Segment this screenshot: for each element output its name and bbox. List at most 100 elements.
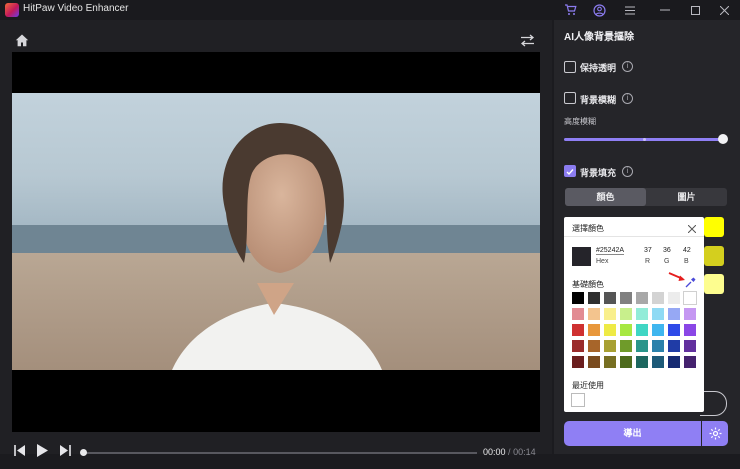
eyedropper-icon[interactable] bbox=[685, 277, 696, 291]
basic-color-swatch[interactable] bbox=[652, 324, 664, 336]
basic-color-swatch[interactable] bbox=[668, 308, 680, 320]
close-icon[interactable] bbox=[687, 222, 697, 236]
keep-transparent-checkbox[interactable] bbox=[564, 61, 576, 73]
info-icon[interactable]: i bbox=[622, 93, 633, 104]
basic-color-swatch[interactable] bbox=[572, 324, 584, 336]
basic-color-swatch[interactable] bbox=[668, 324, 680, 336]
basic-color-swatch[interactable] bbox=[652, 292, 664, 304]
g-label: G bbox=[664, 258, 670, 265]
basic-color-swatch[interactable] bbox=[620, 292, 632, 304]
basic-color-swatch[interactable] bbox=[636, 340, 648, 352]
export-button[interactable]: 導出 bbox=[564, 421, 701, 446]
tab-image[interactable]: 圖片 bbox=[646, 188, 727, 206]
basic-color-swatch[interactable] bbox=[620, 308, 632, 320]
bg-fill-checkbox[interactable] bbox=[564, 165, 576, 177]
basic-color-swatch[interactable] bbox=[588, 308, 600, 320]
tab-color[interactable]: 顏色 bbox=[565, 188, 646, 206]
color-picker-title: 選擇顏色 bbox=[572, 224, 604, 233]
r-label: R bbox=[645, 258, 651, 265]
basic-color-swatch[interactable] bbox=[588, 356, 600, 368]
fill-swatch[interactable] bbox=[704, 246, 724, 266]
basic-color-swatch[interactable] bbox=[668, 292, 680, 304]
compare-swap-icon[interactable] bbox=[520, 34, 535, 50]
title-bar: HitPaw Video Enhancer bbox=[0, 0, 740, 20]
hex-input[interactable]: #25242A bbox=[596, 247, 625, 255]
basic-color-swatch[interactable] bbox=[620, 340, 632, 352]
recent-colors-label: 最近使用 bbox=[572, 381, 604, 390]
play-icon[interactable] bbox=[37, 444, 48, 460]
video-preview[interactable] bbox=[12, 52, 540, 432]
video-frame-image bbox=[12, 93, 540, 370]
basic-color-swatch[interactable] bbox=[652, 308, 664, 320]
info-icon[interactable]: i bbox=[622, 61, 633, 72]
basic-color-swatch[interactable] bbox=[620, 356, 632, 368]
bg-blur-label: 背景模糊 bbox=[580, 95, 617, 105]
next-frame-icon[interactable] bbox=[59, 445, 71, 459]
blur-level-label: 高度模糊 bbox=[564, 117, 596, 126]
basic-color-swatch[interactable] bbox=[588, 324, 600, 336]
basic-colors-label: 基礎顏色 bbox=[572, 280, 604, 289]
blur-slider-tick bbox=[643, 138, 646, 141]
basic-color-swatch[interactable] bbox=[604, 308, 616, 320]
basic-color-swatch[interactable] bbox=[620, 324, 632, 336]
basic-color-swatch[interactable] bbox=[572, 340, 584, 352]
basic-color-swatch[interactable] bbox=[684, 324, 696, 336]
fill-swatch[interactable] bbox=[704, 274, 724, 294]
divider bbox=[564, 236, 704, 237]
basic-color-swatch[interactable] bbox=[604, 292, 616, 304]
r-input[interactable]: 37 bbox=[644, 247, 652, 254]
blur-slider-handle[interactable] bbox=[718, 134, 728, 144]
b-label: B bbox=[684, 258, 689, 265]
basic-color-swatch[interactable] bbox=[604, 324, 616, 336]
menu-icon[interactable] bbox=[622, 2, 638, 18]
account-icon[interactable] bbox=[591, 2, 607, 18]
panel-title: AI人像背景摳除 bbox=[564, 32, 634, 43]
color-picker-popup: 選擇顏色 #25242A Hex 37 R 36 G 42 B 基礎顏色 最近使… bbox=[564, 217, 704, 412]
export-settings-button[interactable] bbox=[702, 421, 728, 446]
basic-color-swatch[interactable] bbox=[572, 308, 584, 320]
previous-frame-icon[interactable] bbox=[14, 445, 26, 459]
basic-color-swatch[interactable] bbox=[636, 324, 648, 336]
basic-color-swatch[interactable] bbox=[636, 356, 648, 368]
basic-color-swatch[interactable] bbox=[684, 356, 696, 368]
bg-fill-label: 背景填充 bbox=[580, 168, 617, 178]
basic-color-swatch[interactable] bbox=[684, 340, 696, 352]
bg-blur-checkbox[interactable] bbox=[564, 92, 576, 104]
current-color-preview bbox=[572, 247, 591, 266]
basic-color-swatch[interactable] bbox=[668, 356, 680, 368]
recent-color-swatch[interactable] bbox=[571, 393, 585, 407]
basic-color-swatch[interactable] bbox=[684, 308, 696, 320]
hex-label: Hex bbox=[596, 258, 609, 265]
basic-color-swatch[interactable] bbox=[652, 356, 664, 368]
current-time: 00:00 bbox=[483, 447, 506, 457]
maximize-icon[interactable] bbox=[687, 2, 703, 18]
basic-color-swatch[interactable] bbox=[604, 340, 616, 352]
timeline-handle[interactable] bbox=[80, 449, 87, 456]
basic-color-swatch[interactable] bbox=[652, 340, 664, 352]
close-window-icon[interactable] bbox=[716, 2, 732, 18]
app-logo-icon bbox=[5, 3, 19, 17]
b-input[interactable]: 42 bbox=[683, 247, 691, 254]
cart-icon[interactable] bbox=[562, 2, 578, 18]
basic-color-swatch[interactable] bbox=[604, 356, 616, 368]
playback-controls: 00:00 / 00:14 bbox=[0, 435, 552, 469]
gear-icon bbox=[709, 427, 722, 440]
basic-color-swatch[interactable] bbox=[572, 292, 584, 304]
home-icon[interactable] bbox=[15, 34, 29, 50]
outline-button[interactable] bbox=[700, 391, 727, 416]
basic-color-swatch[interactable] bbox=[588, 340, 600, 352]
fill-type-tabs: 顏色 圖片 bbox=[565, 188, 727, 206]
editor-area: 00:00 / 00:14 bbox=[0, 20, 552, 457]
info-icon[interactable]: i bbox=[622, 166, 633, 177]
time-separator: / bbox=[508, 447, 511, 457]
basic-color-swatch[interactable] bbox=[636, 292, 648, 304]
basic-color-swatch[interactable] bbox=[668, 340, 680, 352]
g-input[interactable]: 36 bbox=[663, 247, 671, 254]
minimize-icon[interactable] bbox=[657, 2, 673, 18]
basic-color-swatch[interactable] bbox=[572, 356, 584, 368]
total-time: 00:14 bbox=[513, 447, 536, 457]
basic-color-swatch[interactable] bbox=[636, 308, 648, 320]
fill-swatch[interactable] bbox=[704, 217, 724, 237]
basic-color-swatch[interactable] bbox=[588, 292, 600, 304]
basic-color-swatch[interactable] bbox=[683, 291, 697, 305]
